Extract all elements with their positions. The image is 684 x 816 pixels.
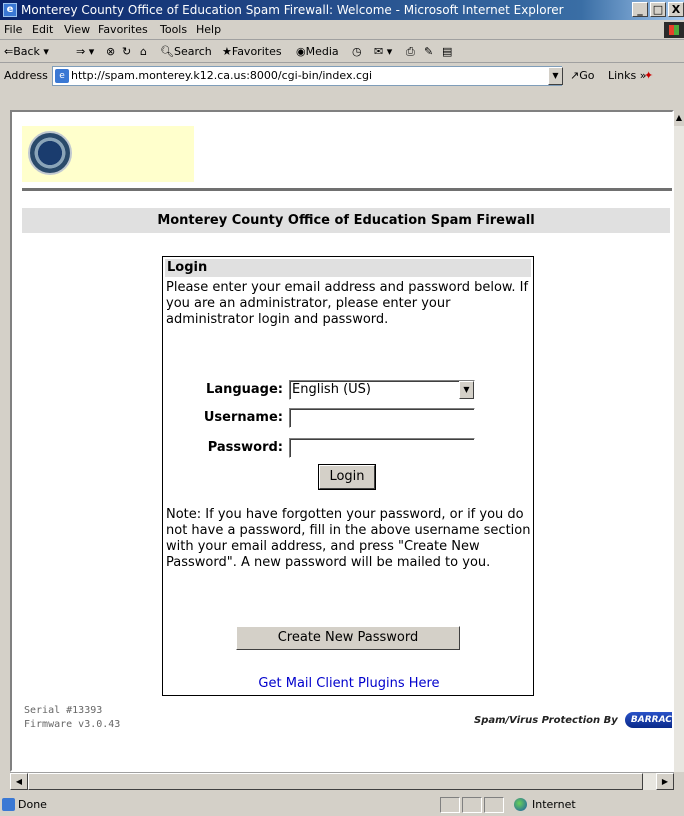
browser-window: e Monterey County Office of Education Sp… <box>0 0 684 816</box>
menu-edit[interactable]: Edit <box>32 20 53 40</box>
mail-plugins-link[interactable]: Get Mail Client Plugins Here <box>163 675 535 693</box>
scroll-up-icon[interactable]: ▲ <box>674 110 684 126</box>
toolbar: ⇐Back ▾ ⇒ ▾ ⊗ ↻ ⌂ 🔍︎Search ★Favorites ◉M… <box>0 41 684 63</box>
media-button[interactable]: ◉Media <box>296 41 339 63</box>
favorites-button[interactable]: ★Favorites <box>222 41 282 63</box>
history-icon[interactable]: ◷ <box>352 41 362 63</box>
menu-favorites[interactable]: Favorites <box>98 20 148 40</box>
login-panel: Login Please enter your email address an… <box>162 256 534 696</box>
mail-icon[interactable]: ✉ ▾ <box>374 41 392 63</box>
windows-logo-icon <box>664 22 684 38</box>
print-icon[interactable]: ⎙ <box>406 41 415 63</box>
county-seal-logo <box>28 131 72 175</box>
back-button[interactable]: ⇐Back ▾ <box>4 41 49 63</box>
close-button[interactable]: X <box>668 2 684 17</box>
edit-icon[interactable]: ✎ <box>424 41 433 63</box>
header-divider <box>22 188 672 191</box>
login-button[interactable]: Login <box>318 464 376 490</box>
forward-button[interactable]: ⇒ ▾ <box>76 41 94 63</box>
create-new-password-button[interactable]: Create New Password <box>236 626 460 650</box>
language-select[interactable]: English (US) ▼ <box>289 380 475 400</box>
maximize-button[interactable]: □ <box>650 2 666 17</box>
links-button[interactable]: Links » <box>608 64 647 88</box>
address-url: http://spam.monterey.k12.ca.us:8000/cgi-… <box>71 69 373 82</box>
address-dropdown-icon[interactable]: ▼ <box>548 67 563 85</box>
go-button[interactable]: ↗Go <box>570 64 594 88</box>
status-cell <box>484 797 504 813</box>
language-label: Language: <box>206 382 283 397</box>
password-note: Note: If you have forgotten your passwor… <box>166 507 531 570</box>
menu-view[interactable]: View <box>64 20 90 40</box>
firmware-version: Firmware v3.0.43 <box>24 719 121 730</box>
search-button[interactable]: 🔍︎Search <box>160 41 212 63</box>
scroll-right-icon[interactable]: ▶ <box>656 773 674 790</box>
extension-icon[interactable]: ✦ <box>644 64 653 88</box>
address-bar: Address e http://spam.monterey.k12.ca.us… <box>0 64 684 88</box>
login-header: Login <box>165 259 531 277</box>
title-bar: e Monterey County Office of Education Sp… <box>0 0 684 20</box>
powered-by: Spam/Virus Protection By BARRACUDA <box>474 712 672 728</box>
chevron-down-icon[interactable]: ▼ <box>459 381 474 399</box>
username-label: Username: <box>203 410 283 425</box>
scroll-left-icon[interactable]: ◀ <box>10 773 28 790</box>
stop-icon[interactable]: ⊗ <box>106 41 115 63</box>
horizontal-scrollbar[interactable]: ◀ ▶ <box>10 772 674 790</box>
menu-file[interactable]: File <box>4 20 22 40</box>
password-label: Password: <box>207 440 283 455</box>
password-input[interactable] <box>289 438 475 458</box>
ie-icon: e <box>3 3 17 17</box>
refresh-icon[interactable]: ↻ <box>122 41 131 63</box>
address-input[interactable]: e http://spam.monterey.k12.ca.us:8000/cg… <box>52 66 562 86</box>
status-cell <box>462 797 482 813</box>
scroll-thumb[interactable] <box>28 773 643 790</box>
minimize-button[interactable]: _ <box>632 2 648 17</box>
menu-tools[interactable]: Tools <box>160 20 187 40</box>
status-cell <box>440 797 460 813</box>
discuss-icon[interactable]: ▤ <box>442 41 452 63</box>
login-instructions: Please enter your email address and pass… <box>166 280 529 327</box>
vertical-scrollbar[interactable]: ▲ <box>674 110 684 772</box>
window-title: Monterey County Office of Education Spam… <box>21 3 564 17</box>
menu-bar: File Edit View Favorites Tools Help <box>0 20 684 40</box>
home-icon[interactable]: ⌂ <box>140 41 147 63</box>
address-label: Address <box>4 69 48 82</box>
language-value: English (US) <box>292 382 371 397</box>
security-zone: Internet <box>514 794 576 816</box>
serial-number: Serial #13393 <box>24 705 103 716</box>
page-title: Monterey County Office of Education Spam… <box>22 208 670 233</box>
device-info: Serial #13393 Firmware v3.0.43 <box>24 704 120 732</box>
barracuda-logo[interactable]: BARRACUDA <box>625 712 672 728</box>
status-text: Done <box>2 794 47 816</box>
status-bar: Done Internet <box>0 794 684 816</box>
page-icon: e <box>55 69 69 83</box>
powered-by-text: Spam/Virus Protection By <box>474 715 618 726</box>
menu-help[interactable]: Help <box>196 20 221 40</box>
username-input[interactable] <box>289 408 475 428</box>
page-viewport: Monterey County Office of Education Spam… <box>10 110 674 772</box>
